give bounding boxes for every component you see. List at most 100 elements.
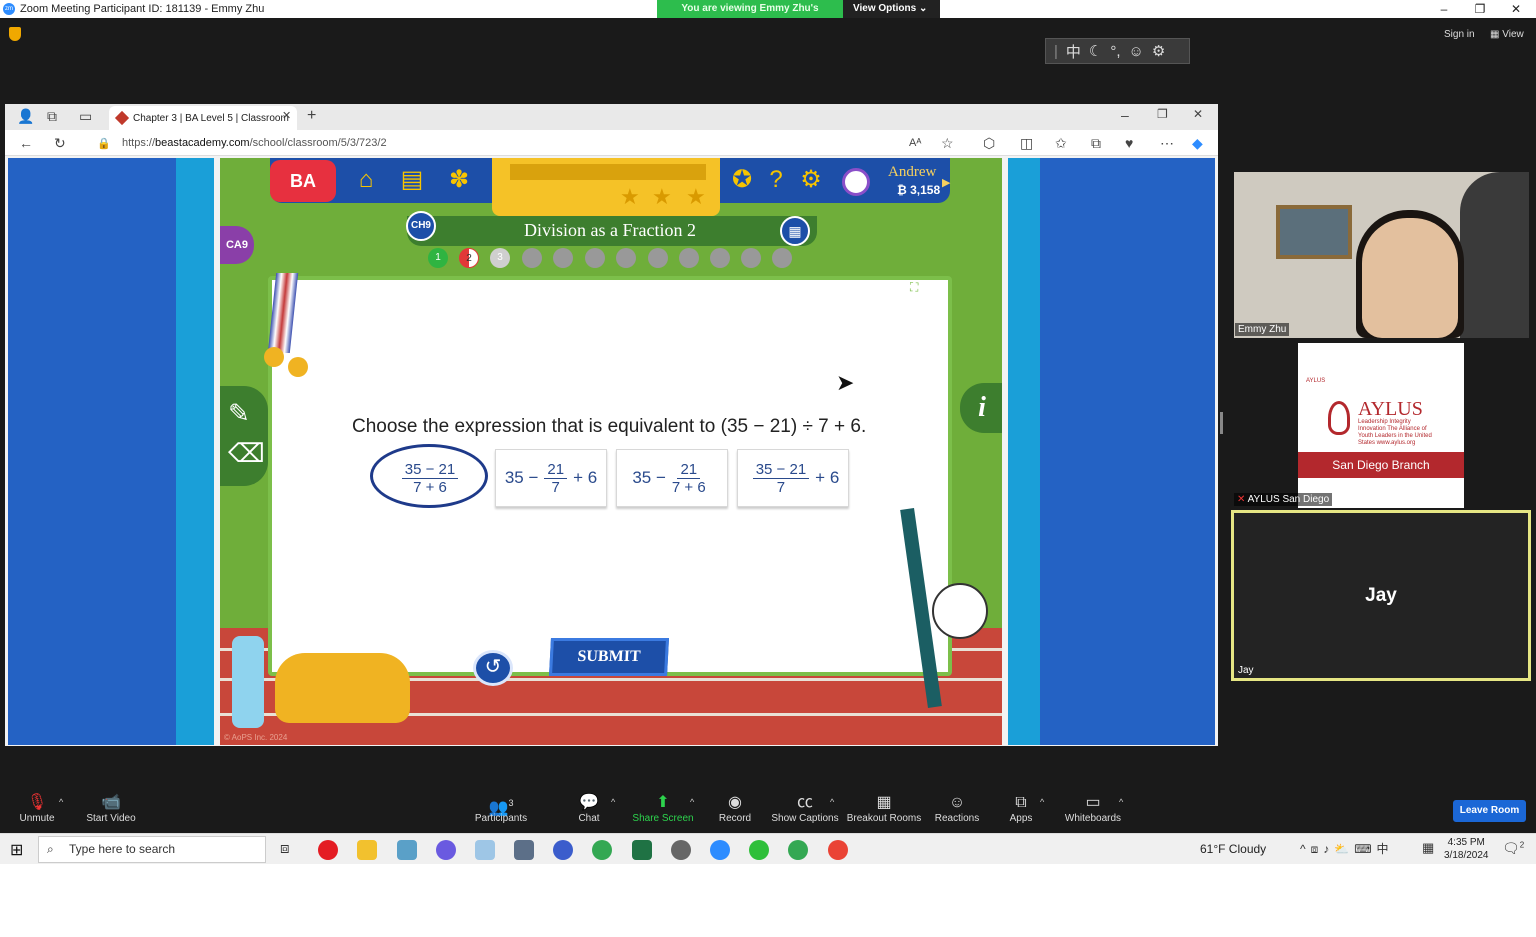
- weather-widget[interactable]: 61°F Cloudy: [1200, 842, 1266, 856]
- user-avatar[interactable]: [842, 168, 870, 196]
- app-icon[interactable]: [475, 840, 495, 860]
- system-tray-icons[interactable]: ^⧈♪⛅⌨中: [1300, 840, 1394, 857]
- breakout-rooms-button[interactable]: ▦ Breakout Rooms: [846, 793, 922, 824]
- home-icon[interactable]: ⌂: [352, 166, 380, 194]
- chat-chevron-icon[interactable]: ^: [611, 797, 615, 807]
- close-icon[interactable]: ✕: [1498, 0, 1534, 18]
- new-tab-icon[interactable]: +: [307, 107, 316, 125]
- unmute-button[interactable]: 🎙 Unmute: [16, 793, 58, 824]
- chrome-icon[interactable]: [788, 840, 808, 860]
- restore-icon[interactable]: ❐: [1462, 0, 1498, 18]
- app-icon[interactable]: [553, 840, 573, 860]
- tab-close-icon[interactable]: ✕: [282, 109, 291, 122]
- participant-tile-aylus[interactable]: AYLUS AYLUS Leadership Integrity Innovat…: [1298, 343, 1464, 508]
- notifications-icon[interactable]: 🗨2: [1502, 840, 1524, 857]
- undo-icon[interactable]: ↺: [473, 650, 513, 686]
- choice-3[interactable]: 35 − 21 7 + 6: [616, 449, 728, 507]
- lesson-guide-icon[interactable]: ▦: [780, 216, 810, 246]
- browser-tab-active[interactable]: Chapter 3 | BA Level 5 | Classroom: [109, 106, 297, 130]
- profile-icon[interactable]: 👤: [17, 108, 34, 125]
- emoji-icon[interactable]: ☺: [1129, 43, 1144, 60]
- keyboard-icon[interactable]: ▦: [1422, 840, 1434, 856]
- choice-4[interactable]: 35 − 21 7 + 6: [737, 449, 849, 507]
- favorites-icon[interactable]: ✩: [1055, 135, 1067, 152]
- share-screen-button[interactable]: ⬆ Share Screen: [632, 793, 694, 824]
- problem-dot-3[interactable]: 3: [490, 248, 510, 268]
- share-chevron-icon[interactable]: ^: [690, 797, 694, 807]
- leave-room-button[interactable]: Leave Room: [1453, 800, 1526, 822]
- settings-app-icon[interactable]: [671, 840, 691, 860]
- collections-icon[interactable]: ⧉: [47, 108, 57, 125]
- taskbar-search-box[interactable]: ⌕ Type here to search: [38, 836, 266, 863]
- user-name[interactable]: Andrew: [888, 164, 936, 181]
- fullscreen-icon[interactable]: ⛶: [910, 280, 918, 295]
- side-chapter-badge[interactable]: CA9: [220, 226, 254, 264]
- copilot-icon[interactable]: ◆: [1192, 135, 1203, 152]
- task-view-icon[interactable]: ⧈: [280, 840, 290, 857]
- chrome-icon[interactable]: [828, 840, 848, 860]
- achievements-icon[interactable]: ✪: [728, 166, 756, 194]
- participants-button[interactable]: 👥3 Participants: [472, 793, 530, 824]
- captions-chevron-icon[interactable]: ^: [830, 797, 834, 807]
- url-field[interactable]: https://beastacademy.com/school/classroo…: [122, 137, 387, 149]
- wechat-icon[interactable]: [749, 840, 769, 860]
- collections-toolbar-icon[interactable]: ⧉: [1091, 135, 1101, 152]
- info-button[interactable]: i: [960, 383, 1002, 433]
- eraser-icon[interactable]: ⌫: [228, 438, 265, 469]
- audio-options-chevron-icon[interactable]: ^: [59, 797, 63, 807]
- browser-close-icon[interactable]: ✕: [1193, 107, 1203, 121]
- extensions-icon[interactable]: ⬡: [983, 135, 995, 152]
- read-aloud-icon[interactable]: Aᴬ: [909, 137, 921, 149]
- moon-icon[interactable]: ☾: [1089, 42, 1102, 60]
- favorite-star-icon[interactable]: ☆: [941, 135, 954, 152]
- back-arrow-icon[interactable]: ←: [19, 135, 33, 151]
- file-explorer-icon[interactable]: [357, 840, 377, 860]
- app-icon[interactable]: [397, 840, 417, 860]
- participant-tile-jay[interactable]: Jay Jay: [1231, 510, 1531, 681]
- more-menu-icon[interactable]: ⋯: [1160, 135, 1174, 152]
- settings-icon[interactable]: ⚙: [797, 166, 825, 194]
- browser-minimize-icon[interactable]: –: [1121, 107, 1129, 123]
- refresh-icon[interactable]: ↻: [54, 135, 66, 152]
- profile-chevron-icon[interactable]: ▶: [942, 176, 950, 189]
- record-button[interactable]: ◉ Record: [716, 793, 754, 824]
- opera-icon[interactable]: [318, 840, 338, 860]
- chrome-icon[interactable]: [592, 840, 612, 860]
- view-options-button[interactable]: View Options ⌄: [843, 0, 940, 18]
- language-icon[interactable]: 中: [1066, 41, 1081, 62]
- windows-start-icon[interactable]: ⊞: [10, 840, 23, 860]
- encryption-shield-icon[interactable]: [9, 27, 21, 41]
- taskbar-clock[interactable]: 4:35 PM 3/18/2024: [1444, 836, 1489, 862]
- split-screen-icon[interactable]: ◫: [1020, 135, 1033, 152]
- apps-button[interactable]: ⧉ Apps: [1004, 793, 1038, 824]
- reactions-button[interactable]: ☺ Reactions: [932, 793, 982, 824]
- zoom-app-icon[interactable]: [710, 840, 730, 860]
- submit-button[interactable]: SUBMIT: [549, 638, 669, 676]
- apps-chevron-icon[interactable]: ^: [1040, 797, 1044, 807]
- chat-button[interactable]: 💬 Chat: [570, 793, 608, 824]
- guide-book-icon[interactable]: ▤: [398, 166, 426, 194]
- help-icon[interactable]: ?: [762, 166, 790, 194]
- sign-in-link[interactable]: Sign in: [1444, 29, 1475, 40]
- calculator-icon[interactable]: [514, 840, 534, 860]
- panel-resize-handle[interactable]: [1220, 412, 1223, 434]
- browser-restore-icon[interactable]: ❐: [1157, 107, 1168, 121]
- problem-dot-2[interactable]: 2: [459, 248, 479, 268]
- browser-essentials-icon[interactable]: ♥: [1125, 135, 1133, 151]
- lock-icon[interactable]: 🔒: [97, 137, 111, 150]
- chapter-badge[interactable]: CH9: [406, 211, 436, 241]
- beast-academy-logo[interactable]: BA: [270, 160, 336, 202]
- start-video-button[interactable]: 📹 Start Video: [84, 793, 138, 824]
- tab-actions-icon[interactable]: ▭: [79, 108, 92, 125]
- whiteboards-button[interactable]: ▭ Whiteboards: [1062, 793, 1124, 824]
- whiteboards-chevron-icon[interactable]: ^: [1119, 797, 1123, 807]
- video-camera-icon[interactable]: ✽: [445, 166, 473, 194]
- settings-gear-icon[interactable]: ⚙: [1152, 42, 1165, 60]
- pencil-icon[interactable]: ✎: [228, 398, 250, 429]
- grip-icon[interactable]: |: [1054, 43, 1058, 60]
- app-icon[interactable]: [436, 840, 456, 860]
- problem-dot-1[interactable]: 1: [428, 248, 448, 268]
- choice-2[interactable]: 35 − 21 7 + 6: [495, 449, 607, 507]
- minimize-icon[interactable]: –: [1426, 0, 1462, 18]
- punctuation-icon[interactable]: °,: [1110, 43, 1120, 60]
